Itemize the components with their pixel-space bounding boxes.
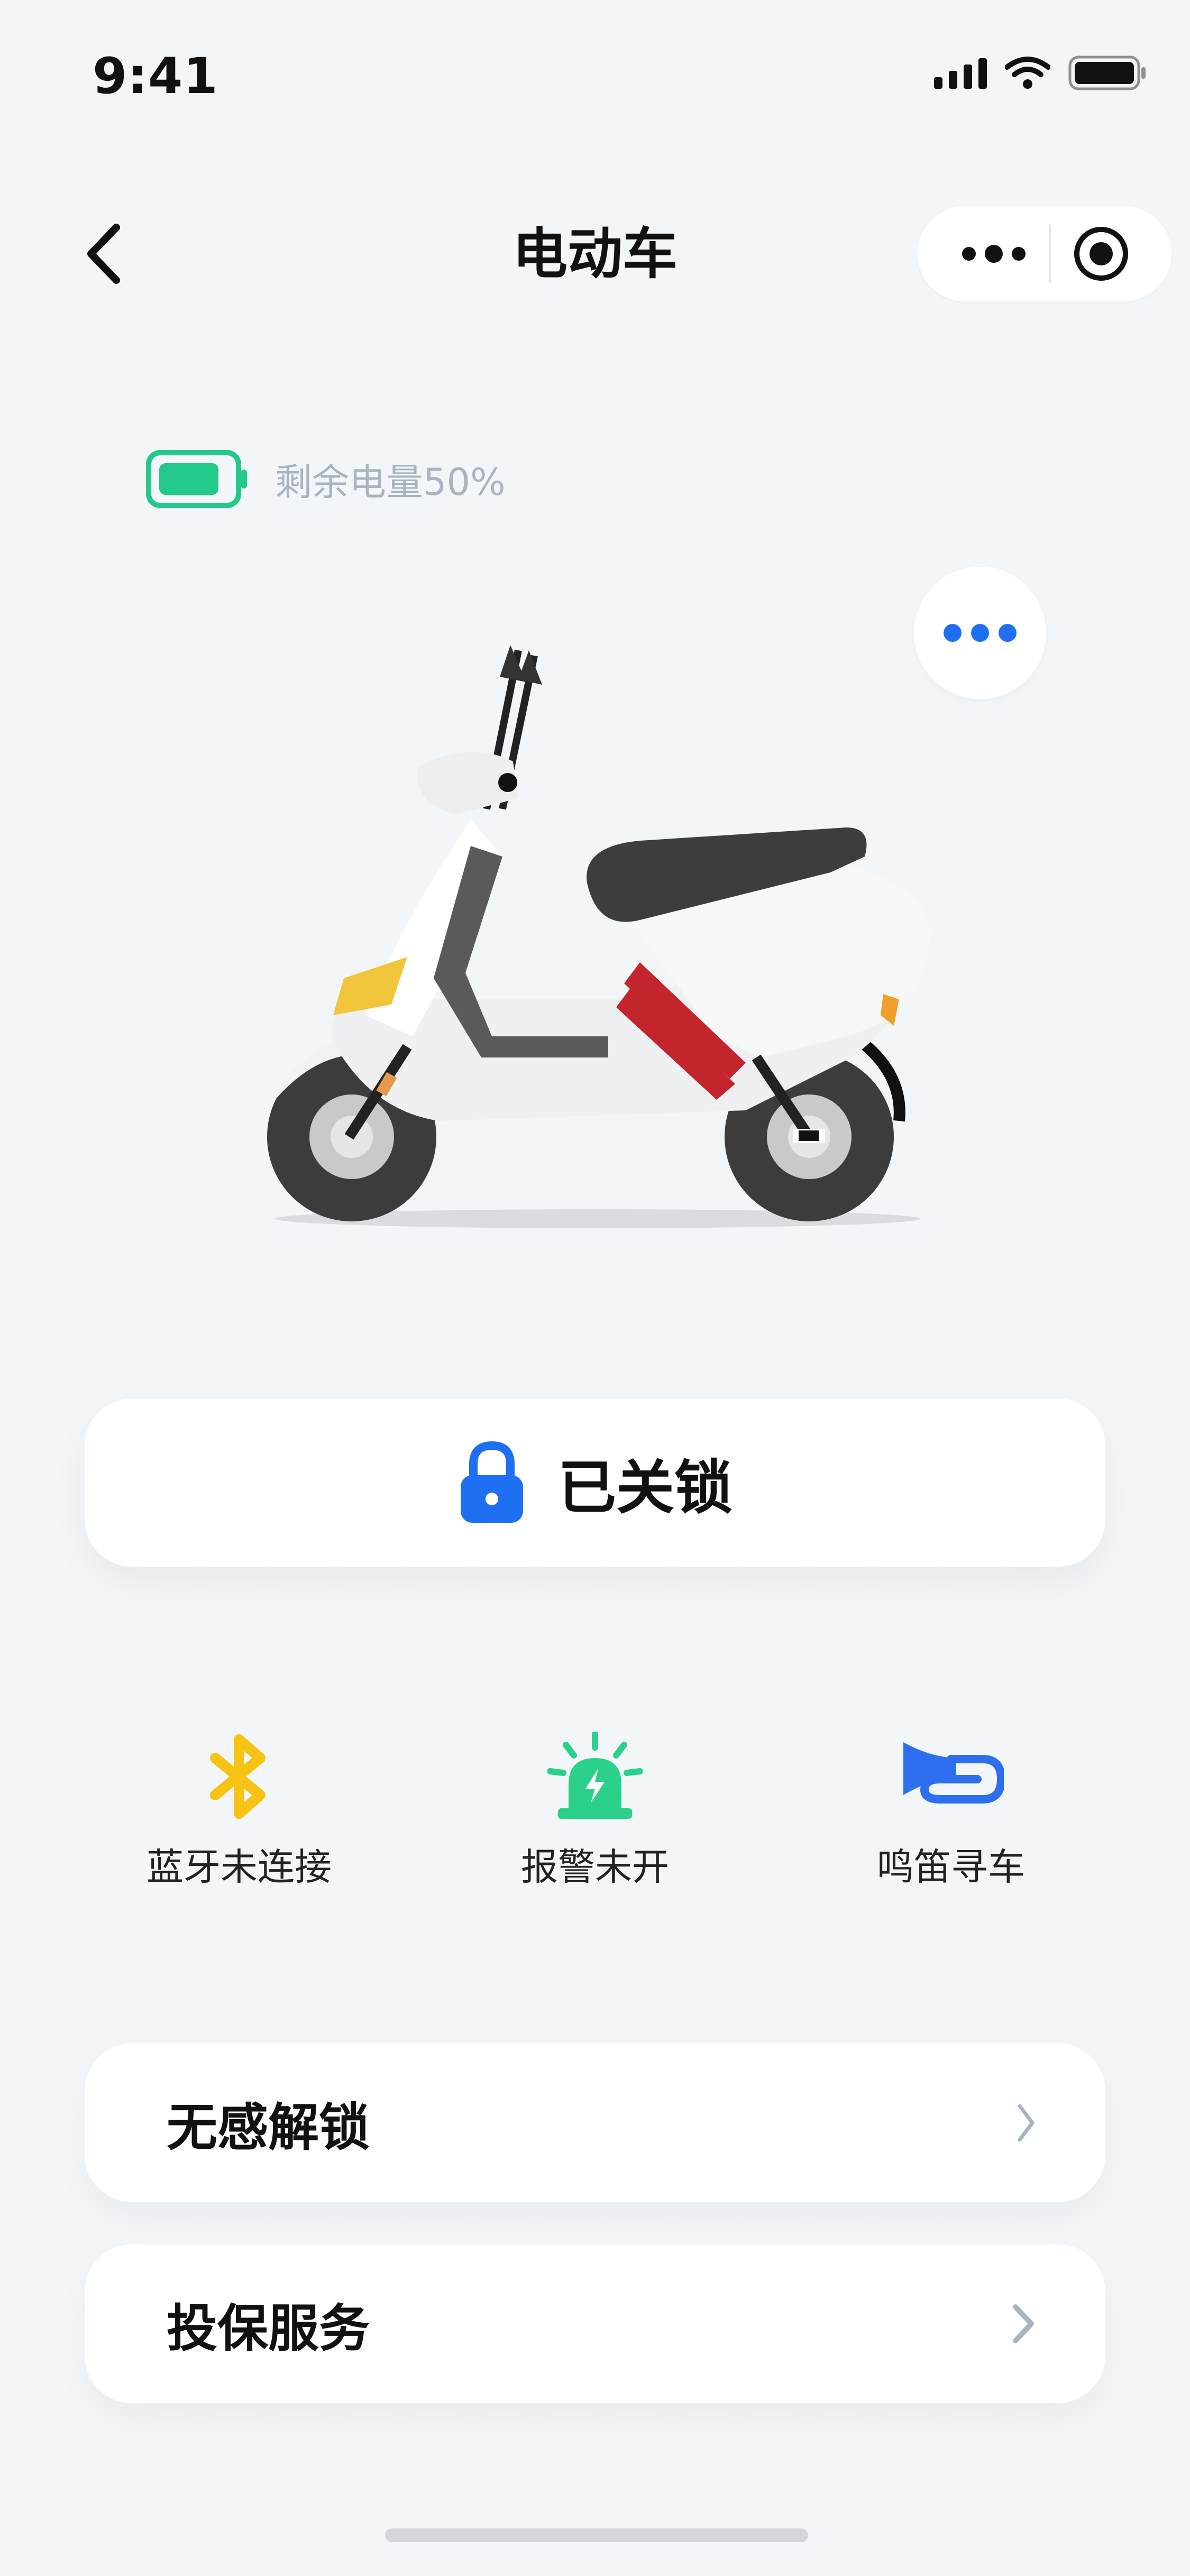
horn-icon — [903, 1742, 1004, 1804]
cellular-signal-icon — [934, 57, 987, 89]
row-label: 无感解锁 — [167, 2097, 370, 2157]
more-dot — [971, 624, 989, 642]
status-time: 9:41 — [93, 48, 218, 105]
more-dots-icon[interactable] — [959, 243, 1028, 264]
alarm-label: 报警未开 — [521, 1845, 669, 1889]
home-indicator[interactable] — [385, 2528, 808, 2542]
alarm-siren-icon — [547, 1732, 643, 1819]
more-dot — [999, 624, 1017, 642]
scooter-illustration — [267, 645, 931, 1228]
lock-label: 已关锁 — [558, 1454, 733, 1522]
battery-status: 剩余电量50% — [145, 449, 506, 509]
mini-program-capsule — [918, 206, 1171, 301]
row-keyless-unlock[interactable]: 无感解锁 — [85, 2044, 1105, 2202]
battery-level-icon — [146, 450, 247, 508]
lock-icon — [461, 1441, 523, 1523]
bluetooth-feature[interactable]: 蓝牙未连接 — [80, 1729, 398, 1891]
bluetooth-icon — [210, 1734, 266, 1819]
target-icon[interactable] — [1072, 225, 1130, 283]
chevron-right-icon — [1018, 2104, 1035, 2142]
capsule-divider — [1049, 225, 1051, 283]
wifi-icon — [1005, 57, 1050, 89]
lock-status-card[interactable]: 已关锁 — [85, 1399, 1105, 1567]
alarm-feature[interactable]: 报警未开 — [436, 1729, 754, 1891]
status-icons — [934, 56, 1148, 90]
chevron-right-icon — [1013, 2304, 1034, 2343]
battery-icon — [1068, 56, 1146, 90]
row-label: 投保服务 — [167, 2298, 370, 2358]
row-insurance-service[interactable]: 投保服务 — [85, 2244, 1105, 2403]
more-dot — [944, 624, 962, 642]
chevron-left-icon — [87, 224, 120, 284]
bluetooth-label: 蓝牙未连接 — [147, 1845, 332, 1889]
back-button[interactable] — [79, 222, 132, 286]
horn-feature[interactable]: 鸣笛寻车 — [792, 1729, 1110, 1891]
horn-label: 鸣笛寻车 — [877, 1845, 1025, 1889]
battery-label: 剩余电量50% — [275, 460, 506, 504]
